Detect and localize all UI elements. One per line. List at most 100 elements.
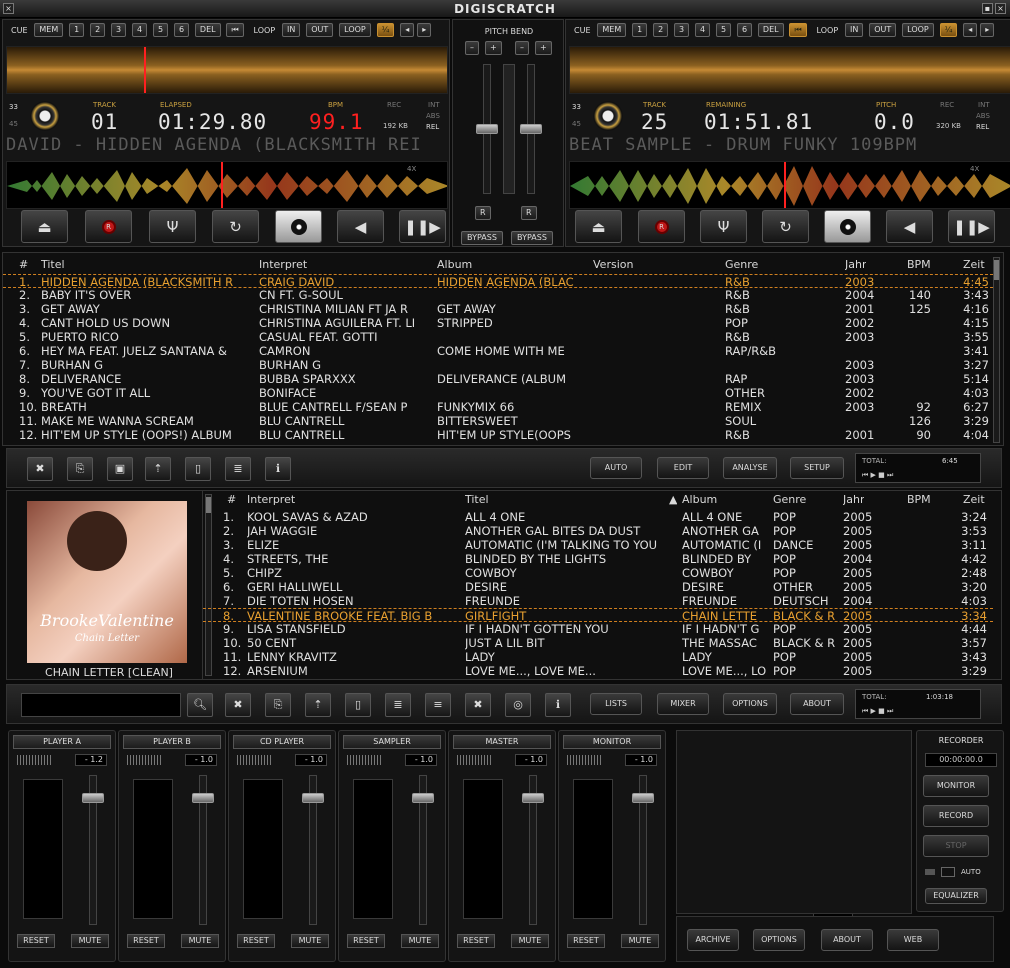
archive-button[interactable]: ARCHIVE [687, 929, 739, 951]
loop-button[interactable]: LOOP [339, 23, 371, 37]
bend-plus-a-icon[interactable]: + [485, 41, 502, 55]
tuning-fork-icon[interactable]: Ψ [700, 210, 747, 243]
reset-button[interactable]: RESET [457, 934, 495, 948]
pitch-fader-b[interactable] [520, 124, 542, 134]
reset-b-button[interactable]: R [521, 206, 537, 220]
col-title[interactable]: Titel [41, 258, 65, 271]
cue-4-button[interactable]: 4 [695, 23, 711, 37]
rel-mode[interactable]: REL [976, 123, 989, 131]
deck-a-waveform[interactable]: 4X [6, 161, 448, 209]
speed-45[interactable]: 45 [9, 120, 18, 128]
volume-fader[interactable] [412, 793, 434, 803]
del-button[interactable]: DEL [757, 23, 784, 37]
int-mode[interactable]: INT [978, 101, 990, 109]
record-button[interactable]: R [85, 210, 132, 243]
cue-2-button[interactable]: 2 [653, 23, 669, 37]
mute-button[interactable]: MUTE [291, 934, 329, 948]
int-mode[interactable]: INT [428, 101, 440, 109]
cue-2-button[interactable]: 2 [90, 23, 106, 37]
speed-33[interactable]: 33 [9, 103, 18, 111]
col-bpm[interactable]: BPM [907, 258, 931, 271]
info-icon[interactable]: ℹ [545, 693, 571, 717]
library-row[interactable]: 1. KOOL SAVAS & AZAD ALL 4 ONE ALL 4 ONE POP… [203, 510, 993, 524]
bend-minus-a-icon[interactable]: – [465, 41, 479, 55]
about-button[interactable]: ABOUT [821, 929, 873, 951]
col-album[interactable]: Album [437, 258, 472, 271]
playlist-row[interactable]: 6. HEY MA FEAT. JUELZ SANTANA & CAMRON COME… [3, 344, 993, 358]
save-icon[interactable]: ▣ [107, 457, 133, 481]
play-pause-icon[interactable]: ❚❚▶ [399, 210, 446, 243]
search-input[interactable] [21, 693, 181, 717]
mute-button[interactable]: MUTE [511, 934, 549, 948]
library-row[interactable]: 4. STREETS, THE BLINDED BY THE LIGHTS BLIND… [203, 552, 993, 566]
library-row[interactable]: 8. VALENTINE BROOKE FEAT. BIG B GIRLFIGHT C… [203, 608, 993, 623]
mem-button[interactable]: MEM [597, 23, 627, 37]
loop-out-button[interactable]: OUT [869, 23, 897, 37]
edit-button[interactable]: EDIT [657, 457, 709, 479]
open-folder-icon[interactable]: ⎘ [265, 693, 291, 717]
cue-1-button[interactable]: 1 [632, 23, 648, 37]
col-title[interactable]: Titel [465, 493, 489, 506]
auto-button[interactable]: AUTO [590, 457, 642, 479]
stop-button[interactable]: STOP [923, 835, 989, 857]
next-arrow-icon[interactable]: ▸ [417, 23, 432, 37]
playlist-scrollbar[interactable] [993, 257, 1000, 443]
tuning-fork-icon[interactable]: Ψ [149, 210, 196, 243]
abs-mode[interactable]: ABS [976, 112, 990, 120]
speed-45[interactable]: 45 [572, 120, 581, 128]
loop-in-button[interactable]: IN [282, 23, 301, 37]
analyse-button[interactable]: ANALYSE [723, 457, 777, 479]
close-window-icon[interactable]: × [995, 3, 1006, 14]
equalizer-button[interactable]: EQUALIZER [925, 888, 987, 904]
del-button[interactable]: DEL [194, 23, 221, 37]
record-button[interactable]: RECORD [923, 805, 989, 827]
loop-length-icon[interactable]: ¼ [376, 23, 395, 37]
pitch-fader-a[interactable] [476, 124, 498, 134]
col-time[interactable]: Zeit [963, 258, 985, 271]
volume-fader[interactable] [82, 793, 104, 803]
library-row[interactable]: 11. LENNY KRAVITZ LADY LADY POP 2005 3:43 [203, 650, 993, 664]
abs-mode[interactable]: ABS [426, 112, 440, 120]
col-year[interactable]: Jahr [845, 258, 866, 271]
list-icon[interactable]: ≣ [225, 457, 251, 481]
new-file-icon[interactable]: ▯ [345, 693, 371, 717]
deck-a-overview-waveform[interactable] [6, 46, 448, 94]
album-cover[interactable]: BrookeValentine Chain Letter [27, 501, 187, 663]
playlist-row[interactable]: 10. BREATH BLUE CANTRELL F/SEAN P FUNKYMIX … [3, 400, 993, 414]
next-arrow-icon[interactable]: ▸ [980, 23, 995, 37]
cue-4-button[interactable]: 4 [132, 23, 148, 37]
loop-in-button[interactable]: IN [845, 23, 864, 37]
reset-a-button[interactable]: R [475, 206, 491, 220]
volume-fader[interactable] [302, 793, 324, 803]
volume-fader[interactable] [192, 793, 214, 803]
mute-button[interactable]: MUTE [71, 934, 109, 948]
remove-file-icon[interactable]: ✖ [225, 693, 251, 717]
new-file-icon[interactable]: ▯ [185, 457, 211, 481]
vinyl-icon[interactable] [593, 101, 623, 131]
search-icon[interactable]: 🔍︎ [187, 693, 213, 717]
prev-arrow-icon[interactable]: ◂ [963, 23, 978, 37]
add-file-icon[interactable]: ⇡ [145, 457, 171, 481]
speed-33[interactable]: 33 [572, 103, 581, 111]
eject-icon[interactable]: ⏏ [575, 210, 622, 243]
loop-button[interactable]: LOOP [902, 23, 934, 37]
lists-button[interactable]: LISTS [590, 693, 642, 715]
remove-file-icon[interactable]: ✖ [27, 457, 53, 481]
list-icon[interactable]: ≣ [385, 693, 411, 717]
minimize-icon[interactable]: ▪ [982, 3, 993, 14]
cue-5-button[interactable]: 5 [715, 23, 732, 37]
skip-start-icon[interactable]: ⏮ [226, 23, 244, 37]
playlist-row[interactable]: 9. YOU'VE GOT IT ALL BONIFACE OTHER 2002 4:03 [3, 386, 993, 400]
library-row[interactable]: 9. LISA STANSFIELD IF I HADN'T GOTTEN YOU I… [203, 622, 993, 636]
play-pause-icon[interactable]: ❚❚▶ [948, 210, 995, 243]
col-artist[interactable]: Interpret [259, 258, 307, 271]
cue-3-button[interactable]: 3 [111, 23, 127, 37]
loop-icon[interactable]: ↻ [212, 210, 259, 243]
col-number[interactable]: # [227, 493, 236, 506]
col-number[interactable]: # [19, 258, 28, 271]
cue-3-button[interactable]: 3 [674, 23, 690, 37]
cue-5-button[interactable]: 5 [152, 23, 169, 37]
volume-fader[interactable] [632, 793, 654, 803]
playlist-row[interactable]: 2. BABY IT'S OVER CN FT. G-SOUL R&B 2004 140 3… [3, 288, 993, 302]
bend-plus-b-icon[interactable]: + [535, 41, 552, 55]
